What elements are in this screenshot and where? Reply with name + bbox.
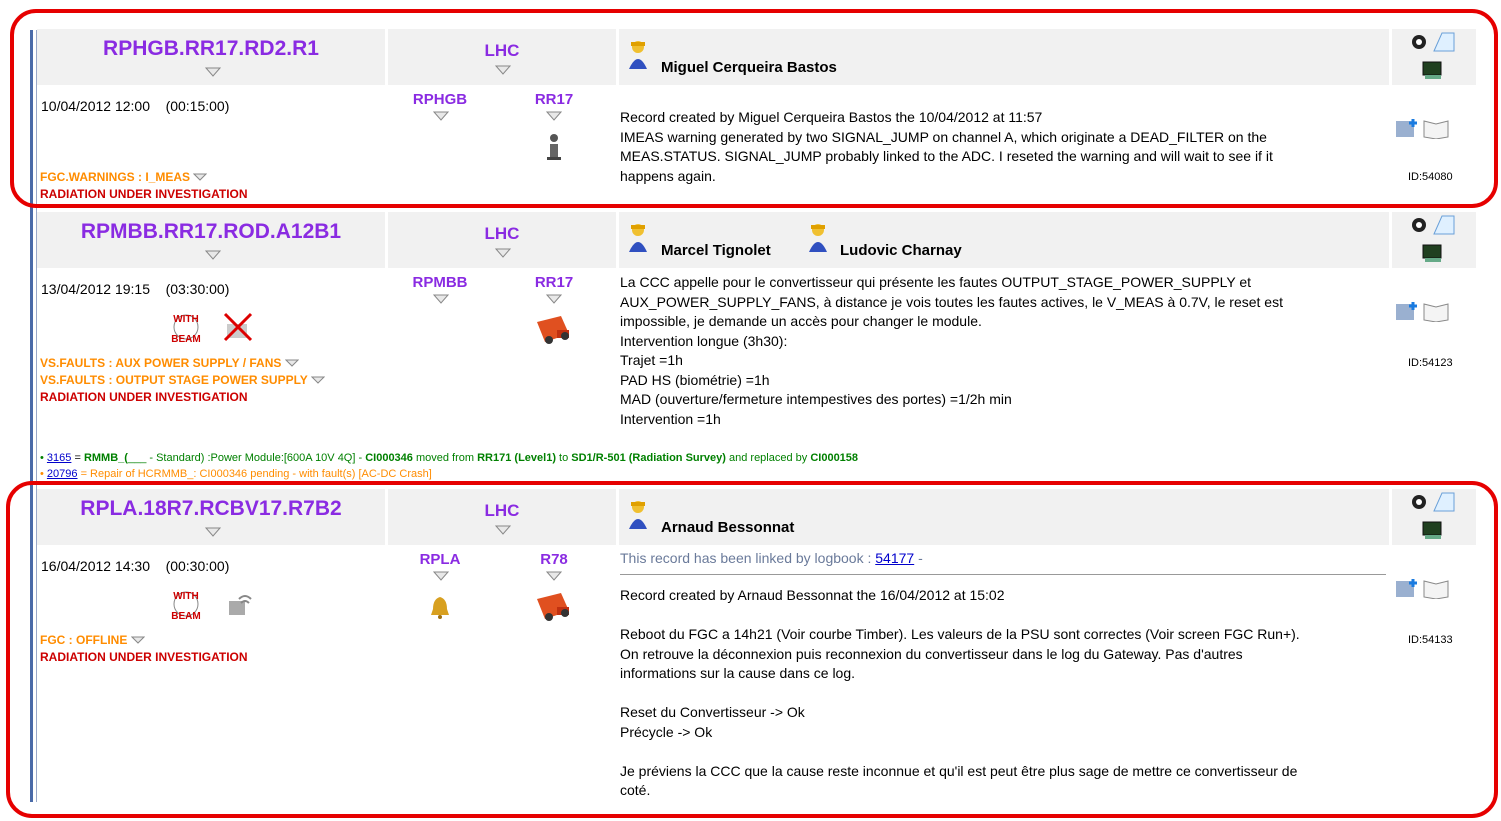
fault-label[interactable]: VS.FAULTS : AUX POWER SUPPLY / FANS	[40, 356, 299, 370]
fault-label[interactable]: FGC.WARNINGS : I_MEAS	[40, 170, 208, 184]
bookmark-icon[interactable]	[1432, 491, 1456, 513]
filter-gem-icon[interactable]	[495, 65, 511, 75]
bell-icon[interactable]	[429, 595, 451, 619]
location-name[interactable]: RR17	[514, 91, 594, 108]
separator	[620, 574, 1386, 575]
truck-icon[interactable]	[533, 312, 575, 346]
filter-gem-icon[interactable]	[205, 67, 221, 77]
fault-label[interactable]: FGC : OFFLINE	[40, 633, 145, 647]
machine-name[interactable]: LHC	[388, 41, 616, 61]
linked-note: This record has been linked by logbook :…	[620, 550, 923, 566]
filter-gem-icon[interactable]	[205, 527, 221, 537]
person-icon	[809, 224, 827, 252]
person-name[interactable]: Marcel Tignolet	[661, 242, 771, 259]
ci-line-2: • 20796 = Repair of HCRMMB_: CI000346 pe…	[40, 468, 432, 480]
location-name[interactable]: R78	[514, 551, 594, 568]
linked-logbook-link[interactable]: 54177	[875, 550, 914, 566]
svg-text:BEAM: BEAM	[171, 334, 200, 344]
record-id: ID:54133	[1408, 634, 1453, 646]
no-network-icon	[223, 312, 253, 342]
ci-link[interactable]: 20796	[47, 468, 78, 480]
record-text: Record created by Arnaud Bessonnat the 1…	[620, 587, 1300, 798]
record-id: ID:54123	[1408, 357, 1453, 369]
gear-icon[interactable]	[1408, 493, 1430, 511]
record-datetime: 13/04/2012 19:15	[41, 281, 150, 297]
add-record-icon[interactable]	[1393, 298, 1419, 324]
svg-text:WITH: WITH	[173, 314, 199, 325]
filter-gem-icon[interactable]	[546, 571, 562, 581]
with-beam-icon: WITH BEAM	[171, 591, 200, 621]
filter-gem-icon[interactable]	[546, 111, 562, 121]
filter-gem-icon[interactable]	[205, 250, 221, 260]
fault-radiation[interactable]: RADIATION UNDER INVESTIGATION	[40, 187, 248, 201]
add-record-icon[interactable]	[1393, 575, 1419, 601]
person-icon	[629, 224, 647, 252]
record-text: La CCC appelle pour le convertisseur qui…	[620, 274, 1283, 427]
circuit-name[interactable]: RPMBB.RR17.ROD.A12B1	[37, 220, 385, 244]
filter-gem-icon[interactable]	[546, 294, 562, 304]
bookmark-icon[interactable]	[1432, 214, 1456, 236]
book-icon[interactable]	[1422, 577, 1450, 599]
monitor-icon[interactable]	[1421, 59, 1443, 81]
family-name[interactable]: RPHGB	[400, 91, 480, 108]
record-datetime: 16/04/2012 14:30	[41, 558, 150, 574]
family-name[interactable]: RPMBB	[400, 274, 480, 291]
person-name[interactable]: Arnaud Bessonnat	[661, 519, 794, 536]
bookmark-icon[interactable]	[1432, 31, 1456, 53]
record-1: RPHGB.RR17.RD2.R1 LHC Miguel Cerqueira B…	[37, 29, 1477, 201]
with-beam-icon: WITH BEAM	[171, 314, 200, 344]
machine-name[interactable]: LHC	[388, 224, 616, 244]
record-datetime: 10/04/2012 12:00	[41, 98, 150, 114]
fault-radiation[interactable]: RADIATION UNDER INVESTIGATION	[40, 650, 248, 664]
info-icon[interactable]	[543, 133, 565, 161]
person-icon	[629, 501, 647, 529]
svg-text:BEAM: BEAM	[171, 611, 200, 621]
book-icon[interactable]	[1422, 117, 1450, 139]
circuit-name[interactable]: RPLA.18R7.RCBV17.R7B2	[37, 497, 385, 521]
machine-name[interactable]: LHC	[388, 501, 616, 521]
record-2: RPMBB.RR17.ROD.A12B1 LHC Marcel Tignolet…	[37, 212, 1477, 472]
record-duration: (03:30:00)	[165, 281, 230, 297]
svg-text:WITH: WITH	[173, 591, 199, 602]
filter-gem-icon[interactable]	[495, 248, 511, 258]
circuit-name[interactable]: RPHGB.RR17.RD2.R1	[37, 37, 385, 61]
filter-gem-icon[interactable]	[495, 525, 511, 535]
location-name[interactable]: RR17	[514, 274, 594, 291]
person-name[interactable]: Miguel Cerqueira Bastos	[661, 59, 837, 76]
add-record-icon[interactable]	[1393, 115, 1419, 141]
record-duration: (00:15:00)	[165, 98, 230, 114]
gear-icon[interactable]	[1408, 216, 1430, 234]
fault-radiation[interactable]: RADIATION UNDER INVESTIGATION	[40, 390, 248, 404]
record-duration: (00:30:00)	[165, 558, 230, 574]
record-text: Record created by Miguel Cerqueira Basto…	[620, 109, 1273, 184]
book-icon[interactable]	[1422, 300, 1450, 322]
filter-gem-icon[interactable]	[433, 294, 449, 304]
record-3: RPLA.18R7.RCBV17.R7B2 LHC Arnaud Bessonn…	[37, 489, 1477, 809]
family-name[interactable]: RPLA	[400, 551, 480, 568]
fault-label[interactable]: VS.FAULTS : OUTPUT STAGE POWER SUPPLY	[40, 373, 326, 387]
ci-link[interactable]: 3165	[47, 452, 71, 464]
left-border	[30, 30, 33, 802]
person-name[interactable]: Ludovic Charnay	[840, 242, 962, 259]
monitor-icon[interactable]	[1421, 242, 1443, 264]
ci-line-1: • 3165 = RMMB_(___ - Standard) :Power Mo…	[40, 452, 859, 464]
truck-icon[interactable]	[533, 589, 575, 623]
signal-icon	[229, 595, 252, 615]
record-id: ID:54080	[1408, 171, 1453, 183]
filter-gem-icon[interactable]	[433, 111, 449, 121]
person-icon	[629, 41, 647, 69]
monitor-icon[interactable]	[1421, 519, 1443, 541]
gear-icon[interactable]	[1408, 33, 1430, 51]
filter-gem-icon[interactable]	[433, 571, 449, 581]
